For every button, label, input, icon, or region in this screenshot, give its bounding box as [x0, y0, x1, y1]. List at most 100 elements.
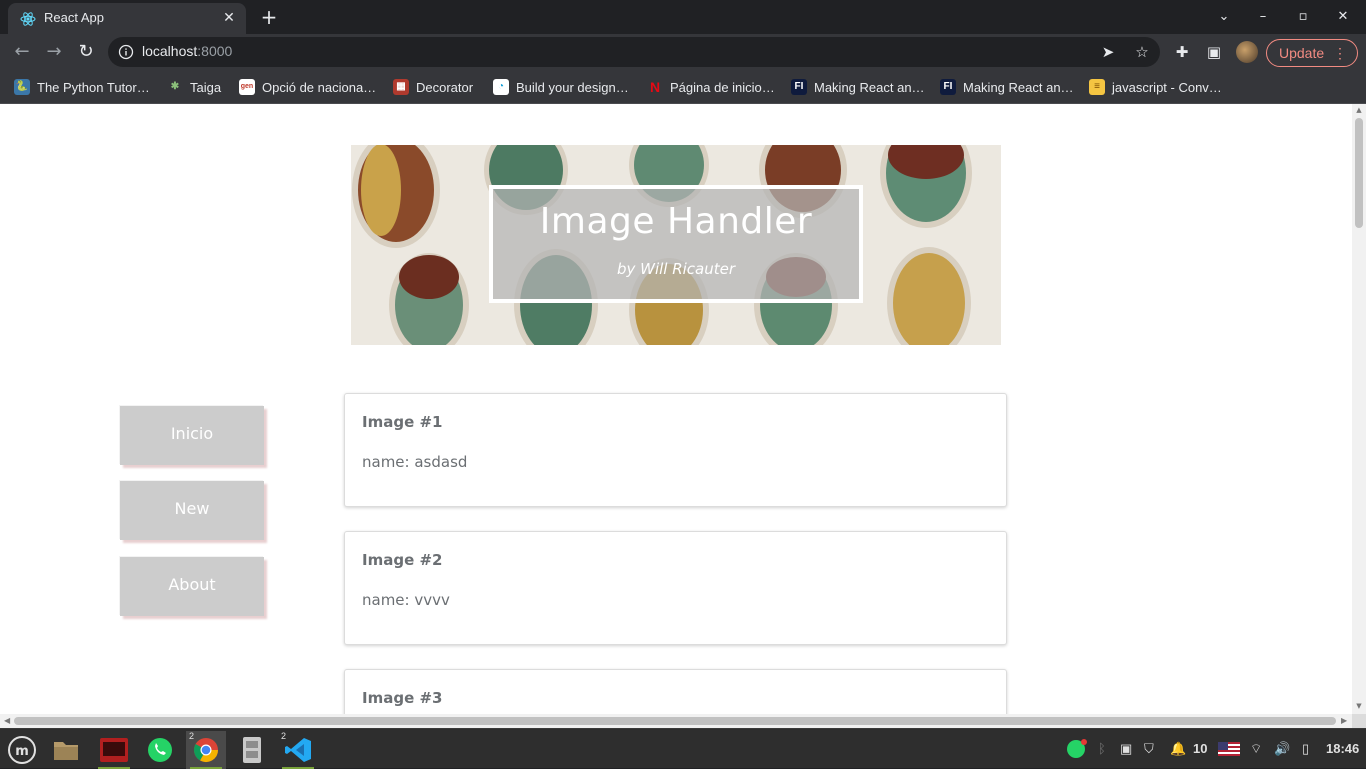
- horizontal-scrollbar[interactable]: ◀ ▶: [0, 714, 1352, 728]
- side-panel-icon[interactable]: ▣: [1204, 42, 1224, 62]
- react-icon: [20, 12, 36, 26]
- bookmark-item[interactable]: ▦ Decorator: [393, 77, 473, 97]
- bookmark-label: Making React an…: [963, 79, 1074, 95]
- canva-icon: ◔: [493, 79, 509, 95]
- nav-button-about[interactable]: About: [120, 557, 264, 616]
- banner-title-box: Image Handler by Will Ricauter: [489, 185, 863, 303]
- bluetooth-icon[interactable]: ᛒ: [1098, 739, 1106, 759]
- taskbar: m 2 2 ᛒ ▣ ⛉ 🔔 10 ⌔ 🔊 ▯ 18:46: [0, 728, 1366, 769]
- scroll-right-arrow-icon[interactable]: ▶: [1341, 716, 1347, 725]
- update-button[interactable]: Update ⋮: [1266, 39, 1358, 67]
- bookmark-label: Opció de naciona…: [262, 79, 377, 95]
- scroll-down-arrow-icon[interactable]: ▼: [1355, 702, 1363, 710]
- bookmark-label: javascript - Conv…: [1112, 79, 1222, 95]
- decorator-icon: ▦: [393, 79, 409, 95]
- bookmark-item[interactable]: N Página de inicio…: [647, 77, 775, 97]
- close-window-button[interactable]: ✕: [1331, 6, 1355, 28]
- whatsapp-icon[interactable]: [140, 731, 180, 769]
- minimize-button[interactable]: –: [1251, 6, 1275, 28]
- bookmark-item[interactable]: ◔ Build your design…: [493, 77, 629, 97]
- page-viewport: Image Handler by Will Ricauter Inicio Ne…: [0, 104, 1352, 714]
- bookmark-label: Decorator: [416, 79, 474, 95]
- fi-icon: FI: [940, 79, 956, 95]
- image-card[interactable]: Image #2 name: vvvv: [344, 531, 1007, 645]
- notifications-icon[interactable]: 🔔: [1170, 739, 1186, 759]
- header-banner: Image Handler by Will Ricauter: [351, 145, 1001, 345]
- terminal-icon[interactable]: [94, 731, 134, 769]
- tab-search-chevron-icon[interactable]: ⌄: [1212, 6, 1236, 28]
- forward-button[interactable]: →: [42, 40, 66, 64]
- us-flag-keyboard-icon[interactable]: [1218, 739, 1240, 759]
- bookmark-item[interactable]: FI Making React an…: [940, 77, 1074, 97]
- bookmark-label: Página de inicio…: [670, 79, 775, 95]
- gencat-icon: gen: [239, 79, 255, 95]
- scroll-up-arrow-icon[interactable]: ▲: [1355, 106, 1363, 114]
- browser-tab[interactable]: React App ✕: [8, 3, 246, 34]
- page-subtitle: by Will Ricauter: [616, 260, 736, 278]
- bookmark-star-icon[interactable]: ☆: [1132, 43, 1152, 61]
- image-card-name: name: asdasd: [362, 453, 468, 471]
- bookmark-item[interactable]: gen Opció de naciona…: [239, 77, 376, 97]
- image-card-title: Image #1: [362, 413, 443, 431]
- vertical-scrollbar[interactable]: ▲ ▼: [1352, 104, 1366, 714]
- url-port: :8000: [197, 43, 233, 59]
- file-cabinet-icon[interactable]: [232, 731, 272, 769]
- image-card-name: name: vvvv: [362, 591, 450, 609]
- scrollbar-corner: [1352, 714, 1366, 728]
- info-icon[interactable]: [118, 44, 134, 60]
- clipboard-icon[interactable]: ▣: [1120, 739, 1132, 759]
- profile-avatar[interactable]: [1236, 41, 1258, 63]
- wifi-icon[interactable]: ⌔: [1250, 739, 1262, 759]
- taiga-icon: ✱: [170, 81, 180, 92]
- bookmark-item[interactable]: 🐍 The Python Tutor…: [14, 77, 150, 97]
- back-button[interactable]: ←: [10, 40, 34, 64]
- clock[interactable]: 18:46: [1326, 739, 1359, 759]
- mint-menu-icon[interactable]: m: [2, 731, 42, 769]
- fi-icon: FI: [791, 79, 807, 95]
- files-folder-icon[interactable]: [46, 731, 86, 769]
- bookmarks-bar: 🐍 The Python Tutor… ✱ Taiga gen Opció de…: [0, 70, 1366, 104]
- scroll-left-arrow-icon[interactable]: ◀: [4, 716, 10, 725]
- nav-button-new[interactable]: New: [120, 481, 264, 540]
- tab-title: React App: [44, 10, 104, 25]
- extensions-puzzle-icon[interactable]: ✚: [1172, 42, 1192, 62]
- bookmark-item[interactable]: ✱ Taiga: [167, 77, 221, 97]
- image-card[interactable]: Image #1 name: asdasd: [344, 393, 1007, 507]
- more-menu-icon[interactable]: ⋮: [1333, 40, 1347, 66]
- address-bar[interactable]: localhost:8000 ➤ ☆: [108, 37, 1160, 67]
- volume-icon[interactable]: 🔊: [1274, 739, 1290, 759]
- reload-button[interactable]: ↻: [74, 40, 98, 64]
- stackoverflow-icon: ≡: [1089, 79, 1105, 95]
- chrome-window-count: 2: [189, 731, 195, 741]
- vscode-window-count: 2: [281, 731, 287, 741]
- bookmark-item[interactable]: ≡ javascript - Conv…: [1089, 77, 1222, 97]
- image-card-title: Image #2: [362, 551, 443, 569]
- image-card-title: Image #3: [362, 689, 443, 707]
- bookmark-item[interactable]: FI Making React an…: [791, 77, 925, 97]
- browser-toolbar: ← → ↻ localhost:8000 ➤ ☆ ✚ ▣ Update ⋮: [0, 34, 1366, 70]
- nav-button-inicio[interactable]: Inicio: [120, 406, 264, 465]
- bookmark-label: Making React an…: [814, 79, 925, 95]
- bookmark-label: Taiga: [190, 79, 222, 95]
- update-label: Update: [1279, 45, 1325, 61]
- maximize-button[interactable]: ▫: [1291, 6, 1315, 28]
- vscode-icon[interactable]: 2: [278, 731, 318, 769]
- battery-icon[interactable]: ▯: [1302, 739, 1309, 759]
- bookmark-label: Build your design…: [516, 79, 629, 95]
- new-tab-button[interactable]: +: [258, 6, 280, 28]
- svg-text:m: m: [15, 744, 29, 759]
- python-icon: 🐍: [14, 79, 30, 95]
- chrome-icon[interactable]: 2: [186, 731, 226, 769]
- url-host: localhost: [142, 43, 198, 59]
- netflix-icon: N: [649, 79, 661, 95]
- whatsapp-tray-icon[interactable]: [1066, 739, 1088, 759]
- horizontal-scroll-thumb[interactable]: [14, 717, 1336, 725]
- close-tab-icon[interactable]: ✕: [220, 9, 238, 27]
- tab-strip: React App ✕ + ⌄ – ▫ ✕: [0, 0, 1366, 34]
- send-tab-icon[interactable]: ➤: [1098, 43, 1118, 61]
- bookmark-label: The Python Tutor…: [37, 79, 150, 95]
- vertical-scroll-thumb[interactable]: [1355, 118, 1363, 228]
- notification-count: 10: [1193, 741, 1208, 756]
- image-card[interactable]: Image #3: [344, 669, 1007, 714]
- shield-icon[interactable]: ⛉: [1144, 739, 1154, 759]
